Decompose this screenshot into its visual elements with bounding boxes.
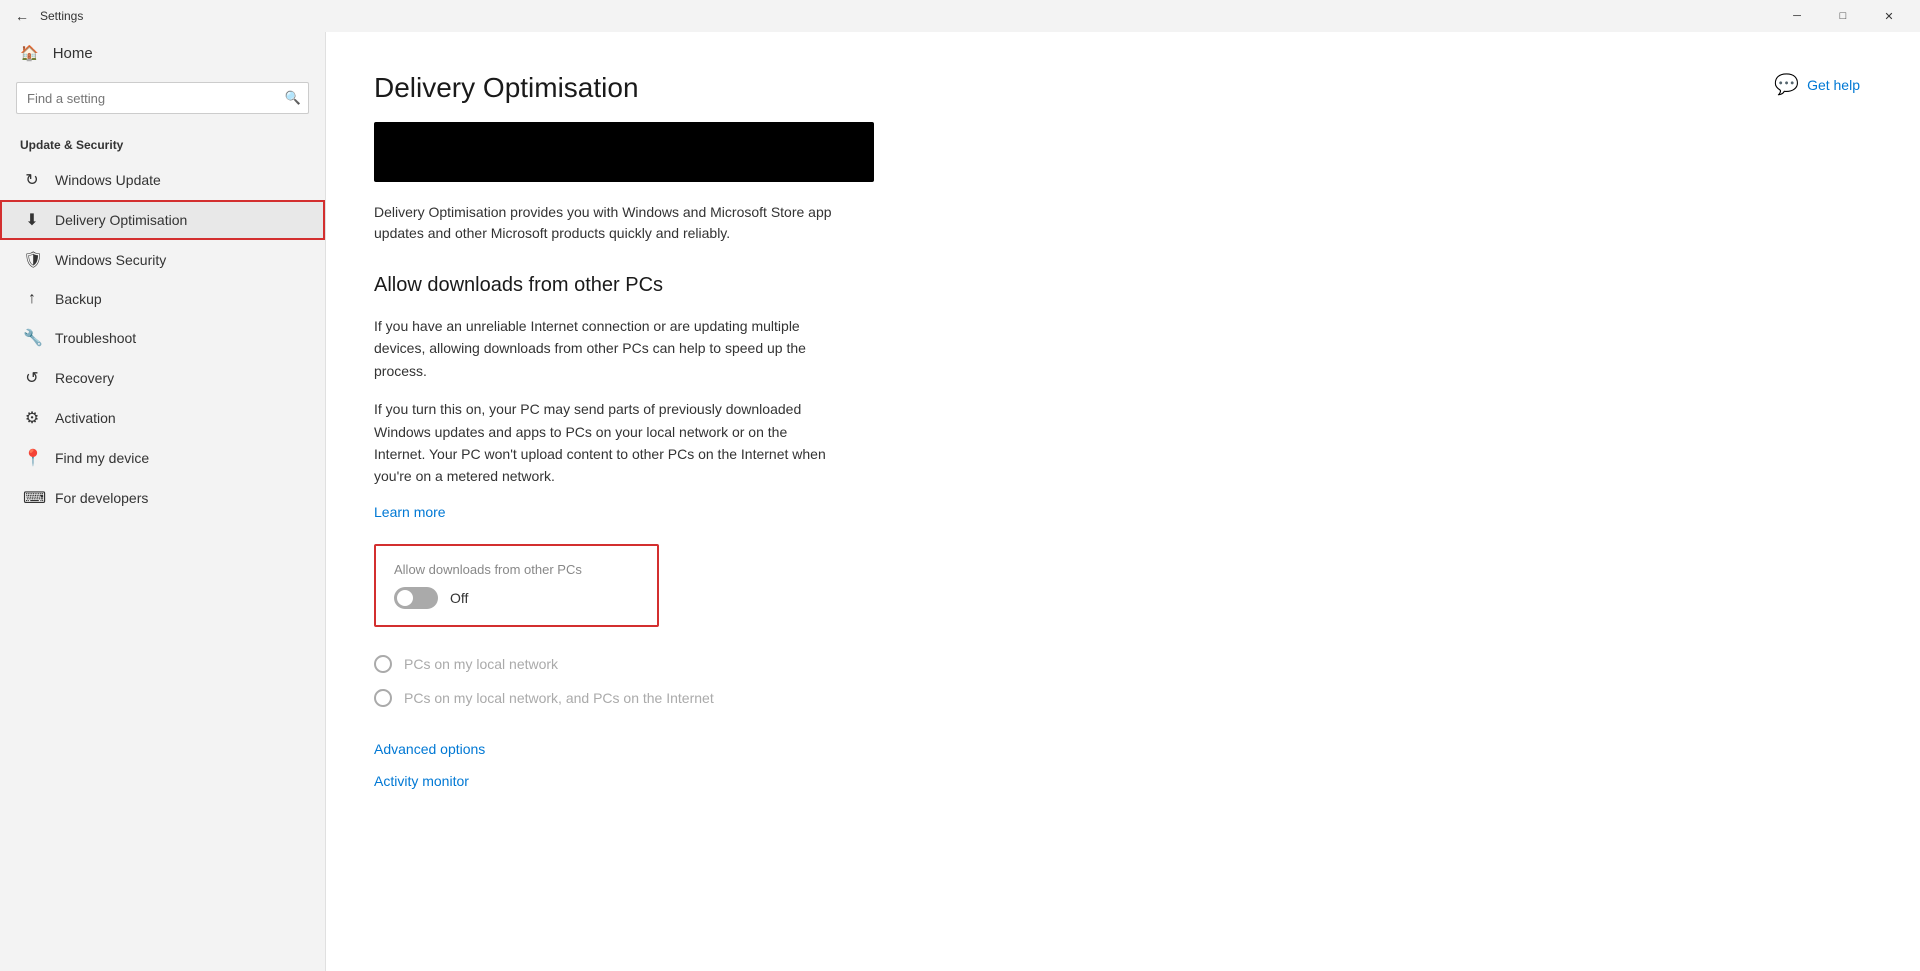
titlebar: ← Settings ─ □ ✕ bbox=[0, 0, 1920, 32]
maximize-button[interactable]: □ bbox=[1820, 0, 1866, 32]
sidebar-item-for-developers[interactable]: ⌨ For developers bbox=[0, 478, 325, 518]
radio-label-local: PCs on my local network bbox=[404, 656, 558, 672]
sidebar-item-backup[interactable]: ↑ Backup bbox=[0, 280, 325, 318]
app-body: 🏠 Home 🔍 Update & Security ↻ Windows Upd… bbox=[0, 32, 1920, 971]
back-button[interactable]: ← bbox=[8, 2, 36, 30]
advanced-options-link[interactable]: Advanced options bbox=[374, 741, 1872, 757]
sidebar-item-label: For developers bbox=[55, 490, 148, 506]
get-help-label: Get help bbox=[1807, 77, 1860, 93]
page-title: Delivery Optimisation bbox=[374, 72, 1872, 104]
sidebar-item-label: Delivery Optimisation bbox=[55, 212, 187, 228]
activation-icon: ⚙ bbox=[23, 408, 41, 428]
get-help-button[interactable]: 💬 Get help bbox=[1774, 72, 1860, 97]
learn-more-link[interactable]: Learn more bbox=[374, 504, 446, 520]
toggle-box-label: Allow downloads from other PCs bbox=[394, 562, 639, 577]
search-input[interactable] bbox=[16, 82, 309, 114]
sidebar-item-delivery-optimisation[interactable]: ⬇ Delivery Optimisation bbox=[0, 200, 325, 240]
windows-security-icon: 🛡 bbox=[23, 250, 41, 270]
find-my-device-icon: 📍 bbox=[23, 448, 41, 468]
toggle-switch[interactable] bbox=[394, 587, 438, 609]
backup-icon: ↑ bbox=[23, 290, 41, 308]
radio-button-local[interactable] bbox=[374, 655, 392, 673]
home-icon: 🏠 bbox=[20, 44, 39, 62]
radio-option-local[interactable]: PCs on my local network bbox=[374, 655, 1872, 673]
main-content: 💬 Get help Delivery Optimisation Deliver… bbox=[326, 32, 1920, 971]
sidebar-item-recovery[interactable]: ↺ Recovery bbox=[0, 358, 325, 398]
help-icon: 💬 bbox=[1774, 72, 1799, 97]
sidebar-section-label: Update & Security bbox=[0, 122, 325, 160]
desc-paragraph2: If you turn this on, your PC may send pa… bbox=[374, 398, 834, 488]
window-controls: ─ □ ✕ bbox=[1774, 0, 1912, 32]
sidebar-item-label: Troubleshoot bbox=[55, 330, 136, 346]
desc-paragraph1: If you have an unreliable Internet conne… bbox=[374, 315, 834, 382]
toggle-row: Off bbox=[394, 587, 639, 609]
sidebar-item-windows-update[interactable]: ↻ Windows Update bbox=[0, 160, 325, 200]
search-container: 🔍 bbox=[16, 82, 309, 114]
sidebar-item-label: Find my device bbox=[55, 450, 149, 466]
sidebar-item-label: Windows Security bbox=[55, 252, 166, 268]
sidebar-item-label: Recovery bbox=[55, 370, 114, 386]
home-label: Home bbox=[53, 45, 93, 62]
sidebar: 🏠 Home 🔍 Update & Security ↻ Windows Upd… bbox=[0, 32, 326, 971]
section-title: Allow downloads from other PCs bbox=[374, 274, 1872, 297]
radio-option-internet[interactable]: PCs on my local network, and PCs on the … bbox=[374, 689, 1872, 707]
black-banner bbox=[374, 122, 874, 182]
radio-button-internet[interactable] bbox=[374, 689, 392, 707]
sidebar-item-home[interactable]: 🏠 Home bbox=[0, 32, 325, 74]
sidebar-item-label: Activation bbox=[55, 410, 116, 426]
activity-monitor-link[interactable]: Activity monitor bbox=[374, 773, 1872, 789]
toggle-knob bbox=[397, 590, 413, 606]
toggle-box: Allow downloads from other PCs Off bbox=[374, 544, 659, 627]
sidebar-item-find-my-device[interactable]: 📍 Find my device bbox=[0, 438, 325, 478]
windows-update-icon: ↻ bbox=[23, 170, 41, 190]
toggle-state-label: Off bbox=[450, 590, 468, 606]
sidebar-item-troubleshoot[interactable]: 🔧 Troubleshoot bbox=[0, 318, 325, 358]
sidebar-item-activation[interactable]: ⚙ Activation bbox=[0, 398, 325, 438]
search-icon: 🔍 bbox=[285, 90, 301, 106]
sidebar-item-label: Windows Update bbox=[55, 172, 161, 188]
back-icon: ← bbox=[15, 8, 29, 24]
page-description: Delivery Optimisation provides you with … bbox=[374, 202, 834, 244]
for-developers-icon: ⌨ bbox=[23, 488, 41, 508]
close-button[interactable]: ✕ bbox=[1866, 0, 1912, 32]
delivery-optimisation-icon: ⬇ bbox=[23, 210, 41, 230]
recovery-icon: ↺ bbox=[23, 368, 41, 388]
minimize-button[interactable]: ─ bbox=[1774, 0, 1820, 32]
sidebar-item-label: Backup bbox=[55, 291, 102, 307]
sidebar-item-windows-security[interactable]: 🛡 Windows Security bbox=[0, 240, 325, 280]
radio-label-internet: PCs on my local network, and PCs on the … bbox=[404, 690, 714, 706]
titlebar-title: Settings bbox=[40, 9, 83, 23]
troubleshoot-icon: 🔧 bbox=[23, 328, 41, 348]
